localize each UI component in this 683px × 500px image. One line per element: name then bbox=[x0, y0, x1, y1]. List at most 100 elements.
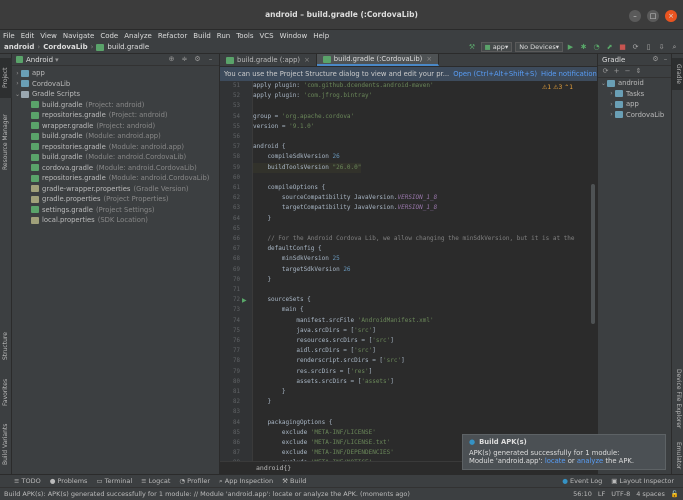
tree-item[interactable]: wrapper.gradle (Project: android) bbox=[12, 121, 219, 132]
menu-edit[interactable]: Edit bbox=[21, 32, 35, 40]
collapse-all-icon[interactable]: ≑ bbox=[180, 55, 189, 64]
tab-terminal[interactable]: ▭ Terminal bbox=[96, 477, 132, 485]
chevron-down-icon[interactable]: ▾ bbox=[55, 56, 59, 64]
breadcrumb-file[interactable]: build.gradle bbox=[107, 43, 149, 51]
search-icon[interactable]: ⌕ bbox=[670, 43, 679, 52]
menu-navigate[interactable]: Navigate bbox=[63, 32, 94, 40]
menu-view[interactable]: View bbox=[40, 32, 57, 40]
inspection-widget[interactable]: ⚠1 ⚠3 ⌃1 bbox=[542, 84, 573, 91]
gradle-tree-item[interactable]: › CordovaLib bbox=[598, 110, 671, 121]
gradle-tree-item[interactable]: › app bbox=[598, 99, 671, 110]
tree-item[interactable]: repositories.gradle (Module: android.app) bbox=[12, 142, 219, 153]
tree-item[interactable]: build.gradle (Project: android) bbox=[12, 100, 219, 111]
project-view-select[interactable]: Android bbox=[26, 56, 53, 64]
tab-build-gradle-app[interactable]: build.gradle (:app) × bbox=[220, 54, 317, 66]
tab-project[interactable]: Project bbox=[0, 58, 12, 98]
breadcrumb-project[interactable]: android bbox=[4, 43, 34, 51]
menu-code[interactable]: Code bbox=[100, 32, 118, 40]
caret-position[interactable]: 56:10 bbox=[573, 490, 592, 498]
tab-event-log[interactable]: ● Event Log bbox=[562, 477, 602, 485]
tree-item[interactable]: build.gradle (Module: android.CordovaLib) bbox=[12, 152, 219, 163]
chevron-right-icon[interactable]: › bbox=[14, 80, 21, 87]
close-icon[interactable]: × bbox=[665, 10, 677, 22]
tree-item[interactable]: local.properties (SDK Location) bbox=[12, 215, 219, 226]
attach-debugger-icon[interactable]: ⬈ bbox=[605, 43, 614, 52]
gear-icon[interactable]: ⚙ bbox=[193, 55, 202, 64]
sdk-manager-icon[interactable]: ⇩ bbox=[657, 43, 666, 52]
menu-file[interactable]: File bbox=[3, 32, 15, 40]
hammer-icon[interactable]: ⚒ bbox=[468, 43, 477, 52]
refresh-icon[interactable]: ⟳ bbox=[601, 67, 610, 76]
device-select[interactable]: No Devices ▾ bbox=[515, 42, 563, 52]
status-message[interactable]: Build APK(s): APK(s) generated successfu… bbox=[4, 490, 534, 498]
menu-run[interactable]: Run bbox=[217, 32, 230, 40]
hide-icon[interactable]: – bbox=[661, 55, 670, 64]
profile-icon[interactable]: ◔ bbox=[592, 43, 601, 52]
maximize-icon[interactable]: □ bbox=[647, 10, 659, 22]
tab-build-gradle-cordovalib[interactable]: build.gradle (:CordovaLib) × bbox=[316, 54, 440, 66]
tab-structure[interactable]: Structure bbox=[0, 326, 12, 366]
locate-link[interactable]: locate bbox=[545, 457, 566, 465]
debug-icon[interactable]: ✱ bbox=[579, 43, 588, 52]
analyze-link[interactable]: analyze bbox=[577, 457, 603, 465]
tab-logcat[interactable]: ≡ Logcat bbox=[141, 477, 170, 485]
tab-device-file-explorer[interactable]: Device File Explorer bbox=[672, 364, 683, 434]
stop-icon[interactable]: ■ bbox=[618, 43, 627, 52]
sync-icon[interactable]: ⟳ bbox=[631, 43, 640, 52]
tree-item[interactable]: settings.gradle (Project Settings) bbox=[12, 205, 219, 216]
tree-item[interactable]: › CordovaLib bbox=[12, 79, 219, 90]
indent-setting[interactable]: 4 spaces bbox=[636, 490, 665, 498]
avd-manager-icon[interactable]: ▯ bbox=[644, 43, 653, 52]
tab-emulator[interactable]: Emulator bbox=[672, 439, 683, 473]
lock-icon[interactable]: 🔓 bbox=[671, 490, 679, 498]
tree-item[interactable]: gradle-wrapper.properties (Gradle Version… bbox=[12, 184, 219, 195]
tab-build[interactable]: ⚒ Build bbox=[282, 477, 306, 485]
breadcrumb-module[interactable]: CordovaLib bbox=[43, 43, 87, 51]
run-icon[interactable]: ▶ bbox=[566, 43, 575, 52]
minimize-icon[interactable]: – bbox=[629, 10, 641, 22]
run-config-select[interactable]: ■ app ▾ bbox=[480, 42, 513, 52]
open-project-structure-link[interactable]: Open (Ctrl+Alt+Shift+S) bbox=[453, 70, 537, 78]
tab-build-variants[interactable]: Build Variants bbox=[0, 418, 12, 470]
close-icon[interactable]: × bbox=[426, 55, 432, 63]
tab-profiler[interactable]: ◔ Profiler bbox=[179, 477, 210, 485]
run-gutter-icon[interactable]: ▶ bbox=[242, 297, 247, 304]
vertical-scrollbar[interactable] bbox=[591, 184, 595, 324]
menu-window[interactable]: Window bbox=[280, 32, 308, 40]
hide-icon[interactable]: – bbox=[206, 55, 215, 64]
locate-icon[interactable]: ⊕ bbox=[167, 55, 176, 64]
menu-tools[interactable]: Tools bbox=[236, 32, 253, 40]
close-icon[interactable]: × bbox=[304, 56, 310, 64]
gradle-tree-item[interactable]: › Tasks bbox=[598, 89, 671, 100]
tree-item[interactable]: gradle.properties (Project Properties) bbox=[12, 194, 219, 205]
menu-build[interactable]: Build bbox=[193, 32, 211, 40]
chevron-down-icon[interactable]: ⌄ bbox=[600, 80, 607, 87]
menu-analyze[interactable]: Analyze bbox=[124, 32, 152, 40]
tab-problems[interactable]: ● Problems bbox=[50, 477, 88, 485]
gear-icon[interactable]: ⚙ bbox=[651, 55, 660, 64]
expand-icon[interactable]: ⇕ bbox=[634, 67, 643, 76]
menu-refactor[interactable]: Refactor bbox=[158, 32, 187, 40]
menu-help[interactable]: Help bbox=[313, 32, 329, 40]
menu-vcs[interactable]: VCS bbox=[259, 32, 273, 40]
tree-item[interactable]: › app bbox=[12, 68, 219, 79]
chevron-right-icon[interactable]: › bbox=[608, 90, 615, 97]
chevron-right-icon[interactable]: › bbox=[608, 101, 615, 108]
tree-item[interactable]: cordova.gradle (Module: android.CordovaLi… bbox=[12, 163, 219, 174]
tab-gradle[interactable]: Gradle bbox=[672, 58, 683, 90]
tab-layout-inspector[interactable]: ▣ Layout Inspector bbox=[611, 477, 674, 485]
chevron-right-icon[interactable]: › bbox=[14, 70, 21, 77]
gradle-tree-item[interactable]: ⌄ android bbox=[598, 78, 671, 89]
file-encoding[interactable]: UTF-8 bbox=[611, 490, 630, 498]
add-icon[interactable]: + bbox=[612, 67, 621, 76]
tree-item[interactable]: repositories.gradle (Module: android.Cord… bbox=[12, 173, 219, 184]
remove-icon[interactable]: − bbox=[623, 67, 632, 76]
chevron-right-icon[interactable]: › bbox=[608, 111, 615, 118]
tree-item[interactable]: ⌄ Gradle Scripts bbox=[12, 89, 219, 100]
line-separator[interactable]: LF bbox=[598, 490, 605, 498]
tab-app-inspection[interactable]: ⌕ App Inspection bbox=[219, 477, 273, 486]
chevron-down-icon[interactable]: ⌄ bbox=[14, 91, 21, 98]
tab-resource-manager[interactable]: Resource Manager bbox=[0, 102, 12, 182]
tab-favorites[interactable]: Favorites bbox=[0, 372, 12, 412]
tree-item[interactable]: repositories.gradle (Project: android) bbox=[12, 110, 219, 121]
